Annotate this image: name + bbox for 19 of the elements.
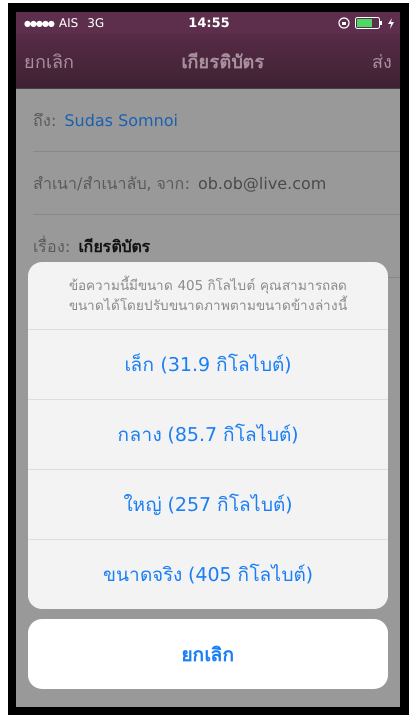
- field-label: สำเนา/สำเนาลับ, จาก:: [33, 172, 190, 194]
- field-label: ถึง:: [33, 110, 56, 132]
- send-link[interactable]: ส่ง: [372, 46, 392, 76]
- charging-icon: [388, 18, 394, 28]
- signal-dots: ●●●●●: [24, 18, 54, 28]
- rotation-lock-icon: [338, 17, 350, 29]
- field-value[interactable]: Sudas Somnoi: [64, 110, 178, 130]
- nav-title: เกียรติบัตร: [182, 50, 264, 74]
- network-type: 3G: [87, 16, 104, 30]
- field-label: เรื่อง:: [33, 234, 70, 258]
- battery-icon: [354, 17, 383, 29]
- carrier-name: AIS: [58, 16, 78, 30]
- status-time: 14:55: [188, 16, 230, 30]
- cancel-button[interactable]: ยกเลิก: [28, 618, 388, 688]
- sheet-message: ข้อความนี้มีขนาด 405 กิโลไบต์ คุณสามารถลด ขนาดได้โดยปรับขนาดภาพตามขนาดข้างล่างนี้: [28, 262, 388, 328]
- field-value[interactable]: ob.ob@live.com: [198, 174, 326, 192]
- field-value[interactable]: เกียรติบัตร: [78, 234, 150, 258]
- cancel-link[interactable]: ยกเลิก: [24, 46, 74, 76]
- size-option[interactable]: ขนาดจริง (405 กิโลไบต์): [28, 538, 388, 608]
